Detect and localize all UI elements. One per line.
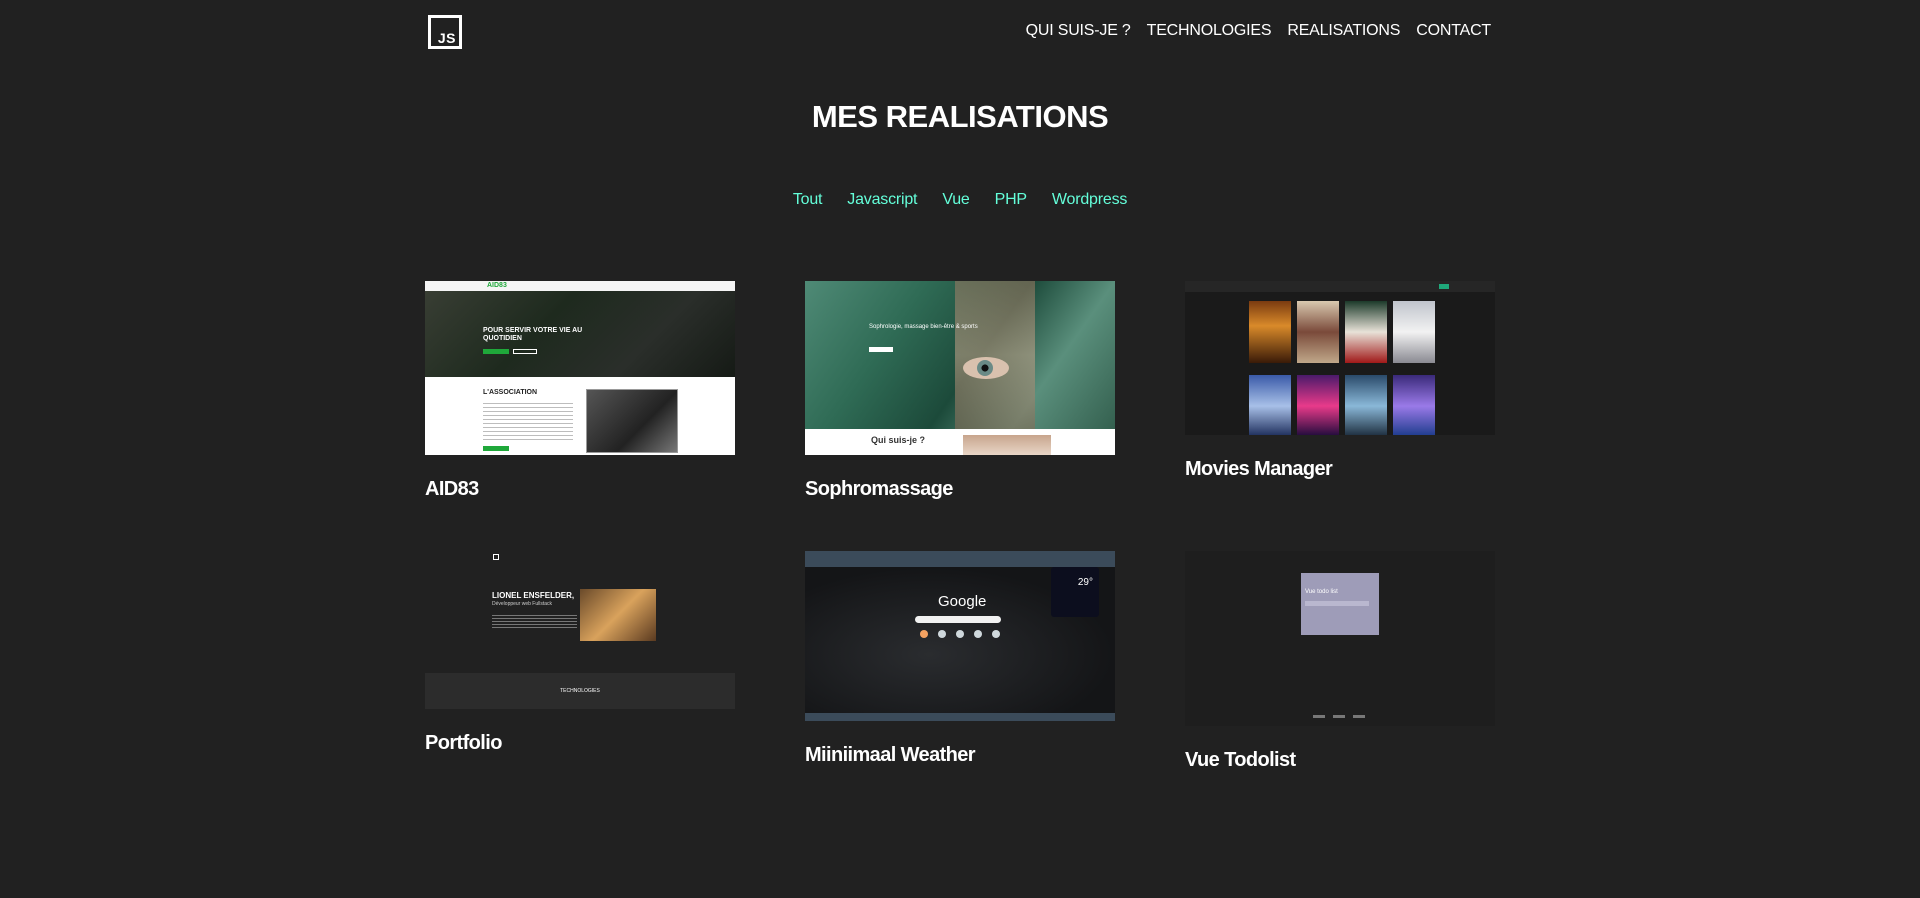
thumb-text-lines bbox=[483, 403, 573, 443]
project-title[interactable]: AID83 bbox=[425, 477, 735, 501]
thumb-shortcut-icon bbox=[992, 630, 1000, 638]
nav-link-technologies[interactable]: TECHNOLOGIES bbox=[1147, 22, 1272, 40]
project-title[interactable]: Sophromassage bbox=[805, 477, 1115, 501]
filter-bar: Tout Javascript Vue PHP Wordpress bbox=[0, 191, 1920, 209]
project-thumbnail[interactable]: AID83 POUR SERVIR VOTRE VIE AU QUOTIDIEN… bbox=[425, 281, 735, 455]
thumb-photo bbox=[963, 435, 1051, 455]
project-card-aid83[interactable]: AID83 POUR SERVIR VOTRE VIE AU QUOTIDIEN… bbox=[425, 281, 735, 501]
thumb-shortcut-icon bbox=[920, 630, 928, 638]
thumb-poster bbox=[1249, 301, 1291, 363]
thumb-search-bar bbox=[915, 616, 1001, 623]
thumb-brand: AID83 bbox=[487, 282, 507, 289]
thumb-poster bbox=[1249, 375, 1291, 435]
thumb-poster bbox=[1297, 375, 1339, 435]
thumb-button bbox=[483, 446, 509, 451]
thumb-temperature: 29° bbox=[1077, 577, 1093, 588]
thumb-section-title: Qui suis-je ? bbox=[871, 435, 926, 445]
thumb-subtitle: Développeur web Fullstack bbox=[492, 601, 553, 607]
thumb-poster bbox=[1393, 375, 1435, 435]
nav-link-about[interactable]: QUI SUIS-JE ? bbox=[1026, 22, 1131, 40]
nav-link-realisations[interactable]: REALISATIONS bbox=[1287, 22, 1400, 40]
thumb-text-lines bbox=[492, 615, 577, 629]
project-title[interactable]: Miiniimaal Weather bbox=[805, 743, 1115, 767]
page: JS QUI SUIS-JE ? TECHNOLOGIES REALISATIO… bbox=[0, 0, 1920, 898]
thumb-name: LIONEL ENSFELDER, bbox=[492, 591, 575, 600]
project-card-vue-todolist[interactable]: Vue todo list Vue Todolist bbox=[1185, 551, 1495, 772]
project-title[interactable]: Portfolio bbox=[425, 731, 735, 755]
filter-php[interactable]: PHP bbox=[995, 191, 1028, 209]
thumb-face bbox=[955, 281, 1035, 429]
thumb-topbar bbox=[425, 281, 735, 291]
thumb-input bbox=[1305, 601, 1369, 606]
page-title: MES REALISATIONS bbox=[811, 99, 1109, 134]
thumb-section-title: L'ASSOCIATION bbox=[483, 389, 538, 396]
thumb-headline: POUR SERVIR VOTRE VIE AU QUOTIDIEN bbox=[483, 327, 583, 342]
project-thumbnail[interactable]: Vue todo list bbox=[1185, 551, 1495, 726]
project-card-movies-manager[interactable]: Movies Manager bbox=[1185, 281, 1495, 481]
project-card-portfolio[interactable]: LIONEL ENSFELDER, Développeur web Fullst… bbox=[425, 551, 735, 755]
thumb-poster bbox=[1297, 301, 1339, 363]
thumb-poster bbox=[1393, 301, 1435, 363]
thumb-button bbox=[513, 349, 537, 354]
site-logo[interactable]: JS bbox=[428, 15, 462, 49]
thumb-weather-widget: 29° bbox=[1051, 567, 1099, 617]
project-thumbnail[interactable] bbox=[1185, 281, 1495, 435]
thumb-tagline: Sophrologie, massage bien-être & sports bbox=[869, 324, 978, 330]
thumb-poster bbox=[1345, 375, 1387, 435]
thumb-status-bar bbox=[805, 713, 1115, 721]
thumb-photo bbox=[580, 589, 656, 641]
thumb-todo-panel: Vue todo list bbox=[1301, 573, 1379, 635]
project-card-miiniimaal-weather[interactable]: Google 29° Miiniimaal Weather bbox=[805, 551, 1115, 767]
filter-vue[interactable]: Vue bbox=[942, 191, 969, 209]
thumb-shortcut-icon bbox=[974, 630, 982, 638]
thumb-shortcut-icon bbox=[956, 630, 964, 638]
thumb-button bbox=[483, 349, 509, 354]
thumb-logo bbox=[493, 554, 499, 560]
logo-text: JS bbox=[437, 30, 456, 46]
thumb-footer bbox=[1313, 715, 1369, 718]
nav-link-contact[interactable]: CONTACT bbox=[1416, 22, 1491, 40]
thumb-shortcut-icon bbox=[938, 630, 946, 638]
filter-wordpress[interactable]: Wordpress bbox=[1052, 191, 1127, 209]
project-thumbnail[interactable]: Google 29° bbox=[805, 551, 1115, 721]
thumb-heading: Vue todo list bbox=[1305, 589, 1338, 595]
project-card-sophromassage[interactable]: Sophrologie, massage bien-être & sports … bbox=[805, 281, 1115, 501]
thumb-photo bbox=[586, 389, 678, 453]
filter-all[interactable]: Tout bbox=[793, 191, 823, 209]
thumb-search-logo: Google bbox=[938, 593, 987, 610]
thumb-poster bbox=[1345, 301, 1387, 363]
thumb-button bbox=[869, 347, 893, 352]
thumb-topbar bbox=[1185, 281, 1495, 292]
thumb-eye bbox=[963, 357, 1009, 379]
thumb-section-title: TECHNOLOGIES bbox=[425, 673, 735, 709]
thumb-browser-bar bbox=[805, 551, 1115, 567]
project-thumbnail[interactable]: Sophrologie, massage bien-être & sports … bbox=[805, 281, 1115, 455]
project-title[interactable]: Vue Todolist bbox=[1185, 748, 1495, 772]
project-thumbnail[interactable]: LIONEL ENSFELDER, Développeur web Fullst… bbox=[425, 551, 735, 709]
project-title[interactable]: Movies Manager bbox=[1185, 457, 1495, 481]
main-nav: QUI SUIS-JE ? TECHNOLOGIES REALISATIONS … bbox=[1026, 22, 1492, 40]
filter-javascript[interactable]: Javascript bbox=[847, 191, 917, 209]
